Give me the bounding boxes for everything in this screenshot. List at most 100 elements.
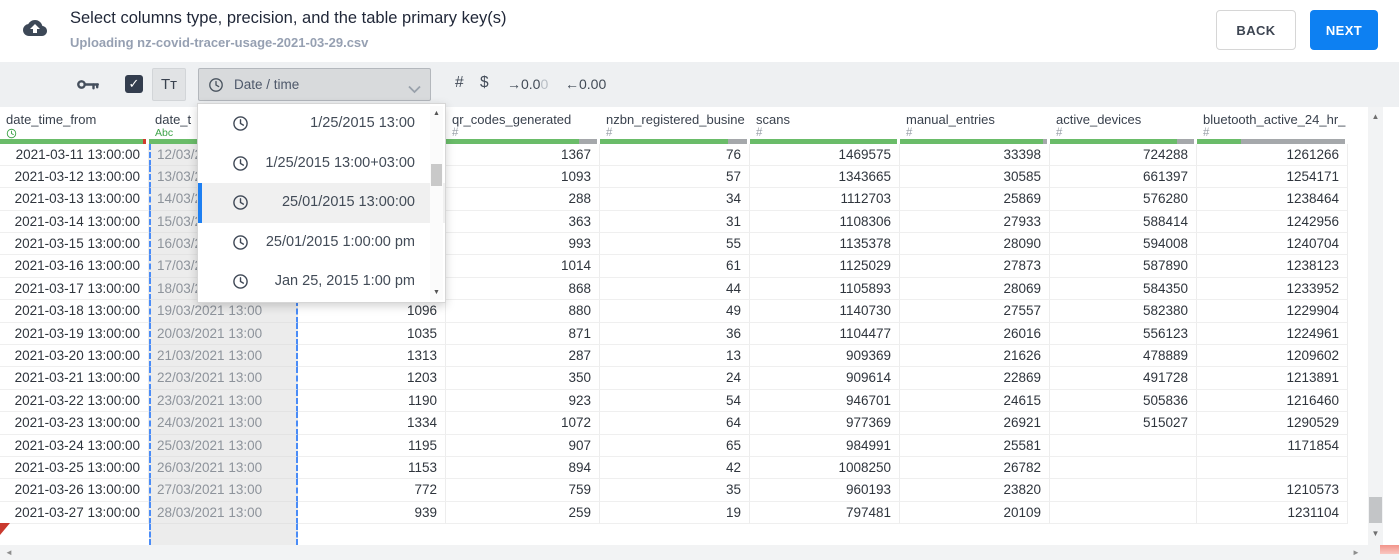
table-cell[interactable] (1050, 479, 1197, 502)
table-cell[interactable]: 1290529 (1197, 412, 1348, 435)
include-column-checkbox[interactable]: ✓ (125, 75, 143, 93)
table-cell[interactable]: 21626 (900, 345, 1050, 368)
table-cell[interactable]: 2021-03-25 13:00:00 (0, 456, 149, 480)
table-cell[interactable]: 1104477 (750, 322, 900, 346)
table-cell[interactable]: 1096 (298, 300, 446, 323)
next-button[interactable]: NEXT (1310, 10, 1378, 50)
table-cell[interactable]: 1035 (298, 322, 446, 346)
table-cell[interactable]: 26/03/2021 13:00 (149, 456, 298, 480)
format-option[interactable]: 25/01/2015 1:00:00 pm (198, 223, 445, 263)
table-cell[interactable]: 20/03/2021 13:00 (149, 322, 298, 346)
table-cell[interactable]: 939 (298, 501, 446, 525)
column-header[interactable]: manual_entries # (900, 107, 1050, 144)
table-cell[interactable] (1050, 434, 1197, 457)
table-cell[interactable]: 19 (600, 501, 750, 525)
table-cell[interactable]: 42 (600, 456, 750, 480)
table-cell[interactable]: 22/03/2021 13:00 (149, 367, 298, 390)
table-cell[interactable]: 478889 (1050, 345, 1197, 368)
table-cell[interactable]: 1334 (298, 412, 446, 435)
table-cell[interactable]: 31 (600, 210, 750, 234)
table-cell[interactable]: 57 (600, 165, 750, 189)
table-cell[interactable]: 1240704 (1197, 233, 1348, 256)
table-cell[interactable]: 909369 (750, 345, 900, 368)
table-cell[interactable]: 1195 (298, 434, 446, 457)
decimal-increase-button[interactable]: →0.00 (507, 76, 548, 92)
scroll-up-button[interactable]: ▲ (1368, 112, 1383, 121)
table-cell[interactable]: 556123 (1050, 322, 1197, 346)
table-cell[interactable]: 491728 (1050, 367, 1197, 390)
table-cell[interactable]: 907 (446, 434, 600, 457)
table-cell[interactable]: 19/03/2021 13:00 (149, 300, 298, 323)
table-cell[interactable]: 55 (600, 233, 750, 256)
table-cell[interactable]: 984991 (750, 434, 900, 457)
table-cell[interactable]: 1233952 (1197, 277, 1348, 301)
table-cell[interactable]: 54 (600, 389, 750, 413)
horizontal-scrollbar[interactable]: ◄ ► (0, 545, 1399, 560)
table-cell[interactable]: 993 (446, 233, 600, 256)
table-cell[interactable]: 2021-03-16 13:00:00 (0, 255, 149, 278)
table-cell[interactable]: 1140730 (750, 300, 900, 323)
table-cell[interactable]: 2021-03-21 13:00:00 (0, 367, 149, 390)
table-cell[interactable]: 2021-03-23 13:00:00 (0, 412, 149, 435)
table-cell[interactable]: 24/03/2021 13:00 (149, 412, 298, 435)
table-cell[interactable]: 724288 (1050, 143, 1197, 166)
table-cell[interactable]: 946701 (750, 389, 900, 413)
table-cell[interactable]: 1209602 (1197, 345, 1348, 368)
table-cell[interactable]: 28/03/2021 13:00 (149, 501, 298, 525)
column-header[interactable]: active_devices # (1050, 107, 1197, 144)
dropdown-scrollbar[interactable]: ▲ ▼ (430, 106, 443, 300)
table-cell[interactable]: 26782 (900, 456, 1050, 480)
table-cell[interactable]: 36 (600, 322, 750, 346)
table-cell[interactable]: 30585 (900, 165, 1050, 189)
table-cell[interactable]: 65 (600, 434, 750, 457)
text-type-button[interactable]: Tᴛ (152, 68, 186, 101)
table-cell[interactable]: 880 (446, 300, 600, 323)
table-cell[interactable]: 960193 (750, 479, 900, 502)
table-cell[interactable]: 28090 (900, 233, 1050, 256)
table-cell[interactable]: 772 (298, 479, 446, 502)
table-cell[interactable]: 923 (446, 389, 600, 413)
table-cell[interactable]: 26921 (900, 412, 1050, 435)
table-cell[interactable]: 661397 (1050, 165, 1197, 189)
table-cell[interactable]: 363 (446, 210, 600, 234)
table-cell[interactable]: 24 (600, 367, 750, 390)
table-cell[interactable] (1050, 501, 1197, 525)
dropdown-scrollbar-thumb[interactable] (431, 164, 442, 186)
decimal-decrease-button[interactable]: ←0.00 (565, 76, 606, 92)
number-type-button[interactable]: # (455, 74, 464, 92)
table-cell[interactable]: 287 (446, 345, 600, 368)
column-header[interactable]: scans # (750, 107, 900, 144)
table-cell[interactable]: 2021-03-19 13:00:00 (0, 322, 149, 346)
table-cell[interactable]: 1108306 (750, 210, 900, 234)
column-header[interactable]: date_time_from (0, 107, 149, 144)
table-cell[interactable]: 1238464 (1197, 188, 1348, 211)
back-button[interactable]: BACK (1216, 10, 1296, 50)
table-cell[interactable]: 759 (446, 479, 600, 502)
table-cell[interactable]: 1238123 (1197, 255, 1348, 278)
table-cell[interactable]: 34 (600, 188, 750, 211)
table-cell[interactable]: 27933 (900, 210, 1050, 234)
table-cell[interactable]: 28069 (900, 277, 1050, 301)
table-cell[interactable]: 27557 (900, 300, 1050, 323)
table-cell[interactable]: 2021-03-14 13:00:00 (0, 210, 149, 234)
table-cell[interactable]: 894 (446, 456, 600, 480)
table-cell[interactable]: 1105893 (750, 277, 900, 301)
table-cell[interactable]: 2021-03-20 13:00:00 (0, 345, 149, 368)
table-cell[interactable]: 2021-03-13 13:00:00 (0, 188, 149, 211)
column-header[interactable]: qr_codes_generated # (446, 107, 600, 144)
table-cell[interactable]: 515027 (1050, 412, 1197, 435)
table-cell[interactable]: 1190 (298, 389, 446, 413)
table-cell[interactable]: 1213891 (1197, 367, 1348, 390)
table-cell[interactable] (1197, 456, 1348, 480)
dropdown-scroll-up-button[interactable]: ▲ (430, 110, 443, 117)
scroll-down-button[interactable]: ▼ (1368, 529, 1383, 538)
table-cell[interactable]: 27/03/2021 13:00 (149, 479, 298, 502)
table-cell[interactable]: 1469575 (750, 143, 900, 166)
table-cell[interactable]: 76 (600, 143, 750, 166)
table-cell[interactable]: 22869 (900, 367, 1050, 390)
table-cell[interactable]: 868 (446, 277, 600, 301)
table-cell[interactable]: 288 (446, 188, 600, 211)
table-cell[interactable]: 594008 (1050, 233, 1197, 256)
column-header[interactable]: nzbn_registered_busine # (600, 107, 750, 144)
table-cell[interactable]: 33398 (900, 143, 1050, 166)
